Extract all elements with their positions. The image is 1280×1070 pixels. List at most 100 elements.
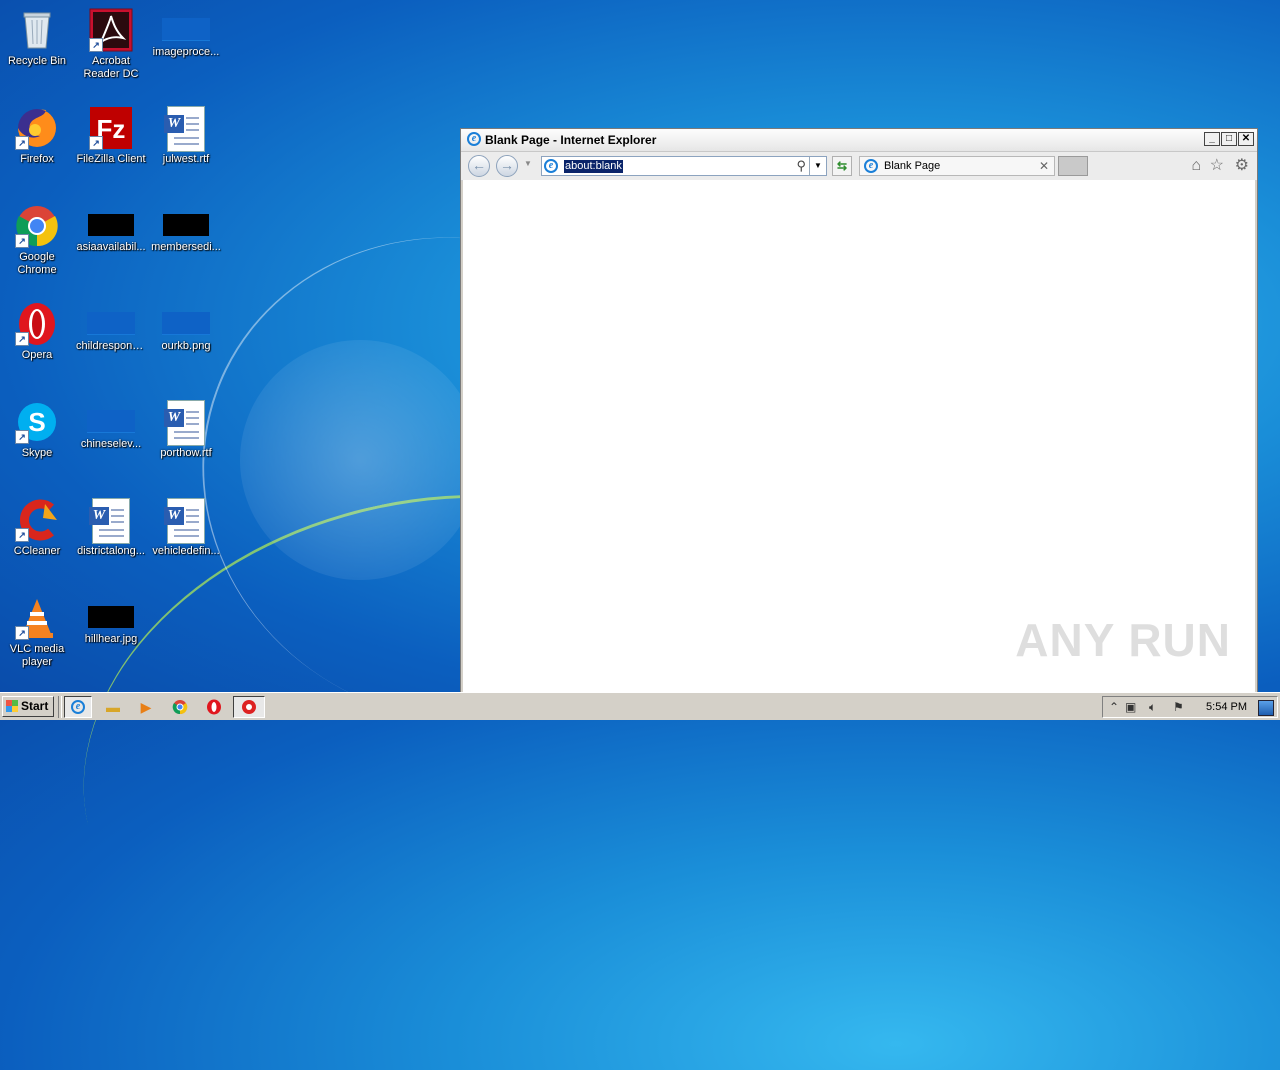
close-button[interactable]: ✕ — [1238, 132, 1254, 146]
taskbar-explorer-folder[interactable]: ▬ — [99, 696, 127, 718]
desktop-icon-opera[interactable]: ↗ Opera — [0, 296, 74, 362]
desktop-icon-ccleaner[interactable]: ↗ CCleaner — [0, 492, 74, 558]
desktop-icon-label: Recycle Bin — [7, 55, 67, 67]
history-dropdown-icon[interactable]: ▼ — [524, 159, 532, 168]
taskbar-media-player[interactable]: ▶ — [132, 696, 160, 718]
taskbar-internet-explorer[interactable]: e — [64, 696, 92, 718]
desktop-icon-julwest[interactable]: W julwest.rtf — [149, 100, 223, 166]
desktop-icon-label: asiaavailabil... — [76, 241, 146, 253]
refresh-button[interactable]: ⇆ — [832, 156, 852, 176]
address-bar[interactable]: e about:blank ⚲ ▼ — [541, 156, 827, 176]
search-icon[interactable]: ⚲ — [796, 158, 806, 174]
opera-icon: ↗ — [15, 302, 59, 346]
desktop-icon-hillhear[interactable]: hillhear.jpg — [74, 590, 148, 646]
desktop-icon-label: CCleaner — [13, 545, 61, 557]
anyrun-watermark: ANY RUN — [1015, 614, 1231, 666]
shortcut-arrow-icon: ↗ — [15, 136, 29, 150]
desktop-icon-label: Opera — [21, 349, 53, 361]
desktop-icon-recycle-bin[interactable]: Recycle Bin — [0, 2, 74, 68]
filezilla-icon: Fz ↗ — [89, 106, 133, 150]
favorites-star-icon[interactable]: ☆ — [1210, 157, 1224, 175]
address-input[interactable]: about:blank — [564, 160, 623, 173]
svg-text:S: S — [28, 407, 45, 437]
desktop-icon-label: childrespons... — [76, 340, 147, 352]
desktop-icon-google-chrome[interactable]: ↗ Google Chrome — [0, 198, 74, 277]
desktop-icon-label: ourkb.png — [161, 340, 211, 352]
tab-close-icon[interactable]: ✕ — [1039, 159, 1049, 173]
tab-blank-page[interactable]: e Blank Page ✕ — [859, 156, 1055, 176]
desktop-icon-districtalong[interactable]: W districtalong... — [74, 492, 148, 558]
volume-icon[interactable]: 🔈︎ — [1149, 700, 1156, 715]
action-center-flag-icon[interactable]: ⚑ — [1173, 700, 1184, 714]
shortcut-arrow-icon: ↗ — [89, 136, 103, 150]
settings-gear-icon[interactable]: ⚙ — [1235, 157, 1249, 175]
desktop-icon-label: Skype — [21, 447, 53, 459]
acrobat-icon: ↗ — [89, 8, 133, 52]
start-button[interactable]: Start — [2, 696, 54, 717]
internet-explorer-window[interactable]: e Blank Page - Internet Explorer _ □ ✕ ←… — [460, 128, 1258, 694]
word-document-icon: W — [164, 498, 208, 544]
desktop-icon-label: membersedi... — [151, 241, 221, 253]
new-tab-button[interactable] — [1058, 156, 1088, 176]
shortcut-arrow-icon: ↗ — [15, 626, 29, 640]
taskbar-separator — [58, 696, 62, 718]
taskbar-recorder[interactable] — [233, 696, 265, 718]
desktop-icon-label: vehicledefin... — [152, 545, 220, 557]
desktop-icon-porthow[interactable]: W porthow.rtf — [149, 394, 223, 460]
desktop-icon-label: hillhear.jpg — [84, 633, 138, 645]
word-document-icon: W — [164, 106, 208, 152]
ie-page-icon: e — [544, 159, 558, 173]
desktop-icon-chineselev[interactable]: chineselev... — [74, 394, 148, 451]
windows-flag-icon — [6, 700, 18, 712]
desktop-icon-label: districtalong... — [77, 545, 145, 557]
desktop-icon-label: julwest.rtf — [162, 153, 210, 165]
ccleaner-icon: ↗ — [15, 498, 59, 542]
image-thumbnail — [87, 312, 135, 335]
system-tray: ⌃ ▣ 🔈︎ ⚑ 5:54 PM — [1102, 696, 1278, 718]
desktop-icon-label: porthow.rtf — [160, 447, 212, 459]
record-icon — [242, 700, 256, 714]
folder-icon: ▬ — [106, 699, 120, 715]
back-button[interactable]: ← — [468, 155, 490, 177]
desktop-icon-childrespons[interactable]: childrespons... — [74, 296, 148, 353]
opera-taskbar-icon — [207, 699, 221, 715]
taskbar-opera[interactable] — [200, 696, 228, 718]
desktop-icon-acrobat-reader[interactable]: ↗ Acrobat Reader DC — [74, 2, 148, 81]
address-dropdown-icon[interactable]: ▼ — [809, 157, 826, 175]
start-label: Start — [21, 699, 49, 713]
window-titlebar[interactable]: e Blank Page - Internet Explorer _ □ ✕ — [461, 129, 1257, 152]
desktop-icon-firefox[interactable]: ↗ Firefox — [0, 100, 74, 166]
image-thumbnail — [162, 18, 210, 41]
desktop-icon-asiaavailabil[interactable]: asiaavailabil... — [74, 198, 148, 254]
show-desktop-button[interactable] — [1258, 700, 1274, 716]
shortcut-arrow-icon: ↗ — [15, 332, 29, 346]
tab-label: Blank Page — [884, 160, 941, 172]
desktop-icon-vlc[interactable]: ↗ VLC media player — [0, 590, 74, 669]
ie-logo-icon: e — [467, 132, 481, 146]
minimize-button[interactable]: _ — [1204, 132, 1220, 146]
network-icon[interactable]: ▣ — [1125, 700, 1136, 714]
chrome-icon: ↗ — [15, 204, 59, 248]
shortcut-arrow-icon: ↗ — [15, 528, 29, 542]
page-content[interactable]: ANY RUN — [463, 180, 1255, 693]
desktop-icon-skype[interactable]: S ↗ Skype — [0, 394, 74, 460]
desktop-icon-vehicledefin[interactable]: W vehicledefin... — [149, 492, 223, 558]
forward-button[interactable]: → — [496, 155, 518, 177]
chrome-taskbar-icon — [172, 700, 188, 715]
browser-toolbar: ← → ▼ e about:blank ⚲ ▼ ⇆ e Blank Page ✕… — [461, 152, 1257, 181]
desktop-icon-ourkb[interactable]: ourkb.png — [149, 296, 223, 353]
tray-expand-icon[interactable]: ⌃ — [1109, 700, 1119, 714]
desktop-icon-label: FileZilla Client — [76, 153, 146, 165]
vlc-icon: ↗ — [15, 596, 59, 640]
clock[interactable]: 5:54 PM — [1206, 701, 1247, 713]
taskbar-chrome[interactable] — [166, 696, 194, 718]
desktop-icon-membersedi[interactable]: membersedi... — [149, 198, 223, 254]
desktop-icon-imageproce[interactable]: imageproce... — [149, 2, 223, 59]
desktop-icon-filezilla[interactable]: Fz ↗ FileZilla Client — [74, 100, 148, 166]
desktop-icon-label: Firefox — [20, 153, 54, 165]
skype-icon: S ↗ — [15, 400, 59, 444]
maximize-button[interactable]: □ — [1221, 132, 1237, 146]
home-icon[interactable]: ⌂ — [1191, 157, 1201, 175]
taskbar: Start e ▬ ▶ ⌃ ▣ 🔈︎ ⚑ 5:54 PM — [0, 692, 1280, 720]
ie-taskbar-icon: e — [71, 700, 85, 714]
